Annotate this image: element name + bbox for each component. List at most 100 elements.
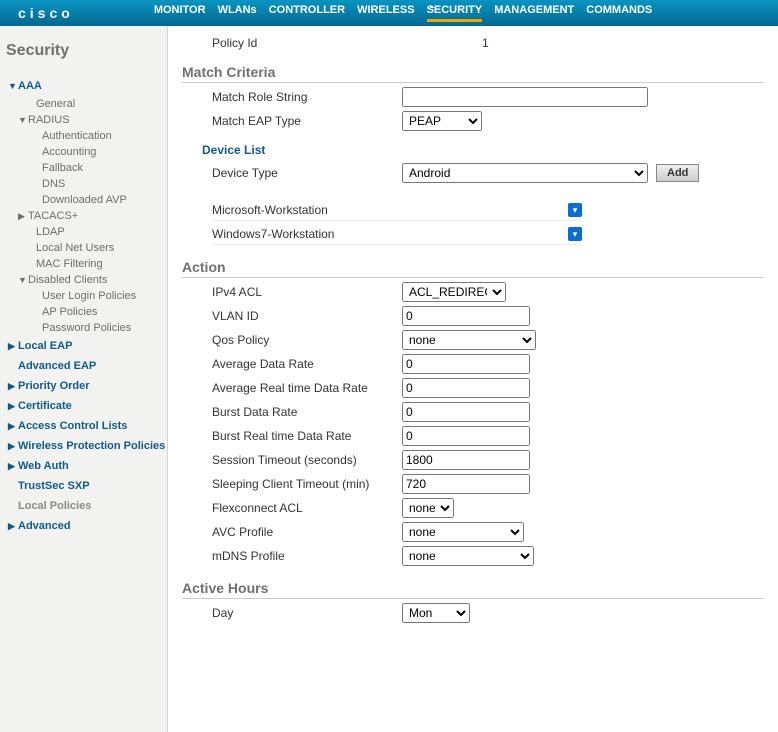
triangle-icon: ▼	[8, 81, 18, 91]
triangle-icon: ▶	[8, 341, 18, 352]
sidebar-item-trustsec-sxp[interactable]: TrustSec SXP	[8, 476, 167, 496]
action-label: AVC Profile	[212, 525, 402, 539]
sidebar-item-advanced[interactable]: ▶Advanced	[8, 516, 167, 536]
action-control	[402, 474, 530, 494]
dropdown-icon[interactable]: ▾	[568, 203, 582, 217]
nav-wireless[interactable]: WIRELESS	[357, 4, 414, 22]
sidebar-item-access-control-lists[interactable]: ▶Access Control Lists	[8, 416, 167, 436]
sidebar-item-certificate[interactable]: ▶Certificate	[8, 396, 167, 416]
sidebar-item-tacacs+[interactable]: ▶TACACS+	[18, 208, 167, 224]
match-role-row: Match Role String	[182, 87, 764, 107]
nav-monitor[interactable]: MONITOR	[154, 4, 206, 22]
action-input-burst-real-time-data-rate[interactable]	[402, 426, 530, 446]
sidebar-item-downloaded-avp[interactable]: Downloaded AVP	[28, 192, 167, 208]
sidebar-item-mac-filtering[interactable]: MAC Filtering	[18, 256, 167, 272]
action-row-burst-data-rate: Burst Data Rate	[182, 402, 764, 422]
action-control	[402, 354, 530, 374]
nav-commands[interactable]: COMMANDS	[586, 4, 652, 22]
triangle-icon: ▶	[8, 461, 18, 472]
sidebar-item-label: Priority Order	[18, 380, 90, 392]
action-control: none	[402, 498, 454, 518]
sidebar-item-dns[interactable]: DNS	[28, 176, 167, 192]
sidebar-item-wireless-protection-policies[interactable]: ▶Wireless Protection Policies	[8, 436, 167, 456]
triangle-icon: ▶	[8, 381, 18, 392]
sidebar-item-label: Disabled Clients	[28, 274, 107, 286]
action-input-vlan-id[interactable]	[402, 306, 530, 326]
sidebar-item-ldap[interactable]: LDAP	[18, 224, 167, 240]
sidebar-item-label: Advanced	[18, 520, 71, 532]
action-control	[402, 378, 530, 398]
action-row-sleeping-client-timeout-(min): Sleeping Client Timeout (min)	[182, 474, 764, 494]
action-row-average-real-time-data-rate: Average Real time Data Rate	[182, 378, 764, 398]
sidebar-item-password-policies[interactable]: Password Policies	[28, 320, 167, 336]
action-control: none	[402, 522, 524, 542]
sidebar-item-aaa[interactable]: ▼AAA	[8, 76, 167, 96]
action-input-session-timeout-(seconds)[interactable]	[402, 450, 530, 470]
sidebar-item-radius[interactable]: ▼RADIUS	[18, 112, 167, 128]
sidebar-item-local-policies[interactable]: Local Policies	[8, 496, 167, 516]
action-control: ACL_REDIRECT	[402, 282, 506, 302]
nav-wlans[interactable]: WLANs	[218, 4, 257, 22]
action-select-mdns-profile[interactable]: none	[402, 546, 534, 566]
action-input-sleeping-client-timeout-(min)[interactable]	[402, 474, 530, 494]
sidebar-item-user-login-policies[interactable]: User Login Policies	[28, 288, 167, 304]
sidebar-item-label: Wireless Protection Policies	[18, 440, 165, 452]
triangle-icon: ▶	[18, 211, 28, 222]
policy-id-label: Policy Id	[212, 36, 482, 50]
dropdown-icon[interactable]: ▾	[568, 227, 582, 241]
action-select-qos-policy[interactable]: none	[402, 330, 536, 350]
day-label: Day	[212, 606, 402, 620]
nav-security[interactable]: SECURITY	[427, 4, 483, 22]
action-select-avc-profile[interactable]: none	[402, 522, 524, 542]
policy-id-row: Policy Id 1	[182, 36, 764, 50]
add-button[interactable]: Add	[656, 164, 699, 182]
sidebar-item-advanced-eap[interactable]: Advanced EAP	[8, 356, 167, 376]
device-type-row: Device Type Android Add	[182, 163, 764, 183]
content: Policy Id 1 Match Criteria Match Role St…	[168, 26, 778, 732]
day-row: Day Mon	[182, 603, 764, 623]
action-control: none	[402, 546, 534, 566]
match-eap-select[interactable]: PEAP	[402, 111, 482, 131]
sidebar-sub2: User Login PoliciesAP PoliciesPassword P…	[18, 288, 167, 336]
action-label: Average Real time Data Rate	[212, 381, 402, 395]
triangle-icon: ▶	[8, 401, 18, 412]
nav-controller[interactable]: CONTROLLER	[269, 4, 345, 22]
sidebar-item-label: Local Policies	[18, 500, 91, 512]
action-row-ipv4-acl: IPv4 ACLACL_REDIRECT	[182, 282, 764, 302]
action-control	[402, 450, 530, 470]
action-select-ipv4-acl[interactable]: ACL_REDIRECT	[402, 282, 506, 302]
brand-logo: cisco	[18, 5, 74, 21]
active-hours-header: Active Hours	[182, 580, 764, 599]
device-type-select[interactable]: Android	[402, 163, 648, 183]
sidebar: Security ▼AAAGeneral▼RADIUSAuthenticatio…	[0, 26, 168, 732]
action-input-average-data-rate[interactable]	[402, 354, 530, 374]
action-label: Sleeping Client Timeout (min)	[212, 477, 402, 491]
sidebar-item-ap-policies[interactable]: AP Policies	[28, 304, 167, 320]
sidebar-item-label: Web Auth	[18, 460, 69, 472]
action-input-burst-data-rate[interactable]	[402, 402, 530, 422]
device-list-header: Device List	[202, 143, 764, 157]
action-control	[402, 402, 530, 422]
sidebar-item-local-eap[interactable]: ▶Local EAP	[8, 336, 167, 356]
device-name: Microsoft-Workstation	[212, 203, 328, 217]
sidebar-tree: ▼AAAGeneral▼RADIUSAuthenticationAccounti…	[0, 76, 167, 536]
sidebar-item-authentication[interactable]: Authentication	[28, 128, 167, 144]
action-row-vlan-id: VLAN ID	[182, 306, 764, 326]
sidebar-item-general[interactable]: General	[18, 96, 167, 112]
day-select[interactable]: Mon	[402, 603, 470, 623]
device-row: Microsoft-Workstation ▾	[212, 200, 582, 221]
sidebar-item-disabled-clients[interactable]: ▼Disabled Clients	[18, 272, 167, 288]
sidebar-item-local-net-users[interactable]: Local Net Users	[18, 240, 167, 256]
sidebar-item-fallback[interactable]: Fallback	[28, 160, 167, 176]
triangle-icon: ▼	[18, 115, 28, 125]
sidebar-item-label: Advanced EAP	[18, 360, 96, 372]
action-select-flexconnect-acl[interactable]: none	[402, 498, 454, 518]
action-row-mdns-profile: mDNS Profilenone	[182, 546, 764, 566]
match-role-input[interactable]	[402, 87, 648, 107]
nav-management[interactable]: MANAGEMENT	[494, 4, 574, 22]
sidebar-item-priority-order[interactable]: ▶Priority Order	[8, 376, 167, 396]
sidebar-item-web-auth[interactable]: ▶Web Auth	[8, 456, 167, 476]
sidebar-item-accounting[interactable]: Accounting	[28, 144, 167, 160]
action-input-average-real-time-data-rate[interactable]	[402, 378, 530, 398]
action-row-flexconnect-acl: Flexconnect ACLnone	[182, 498, 764, 518]
